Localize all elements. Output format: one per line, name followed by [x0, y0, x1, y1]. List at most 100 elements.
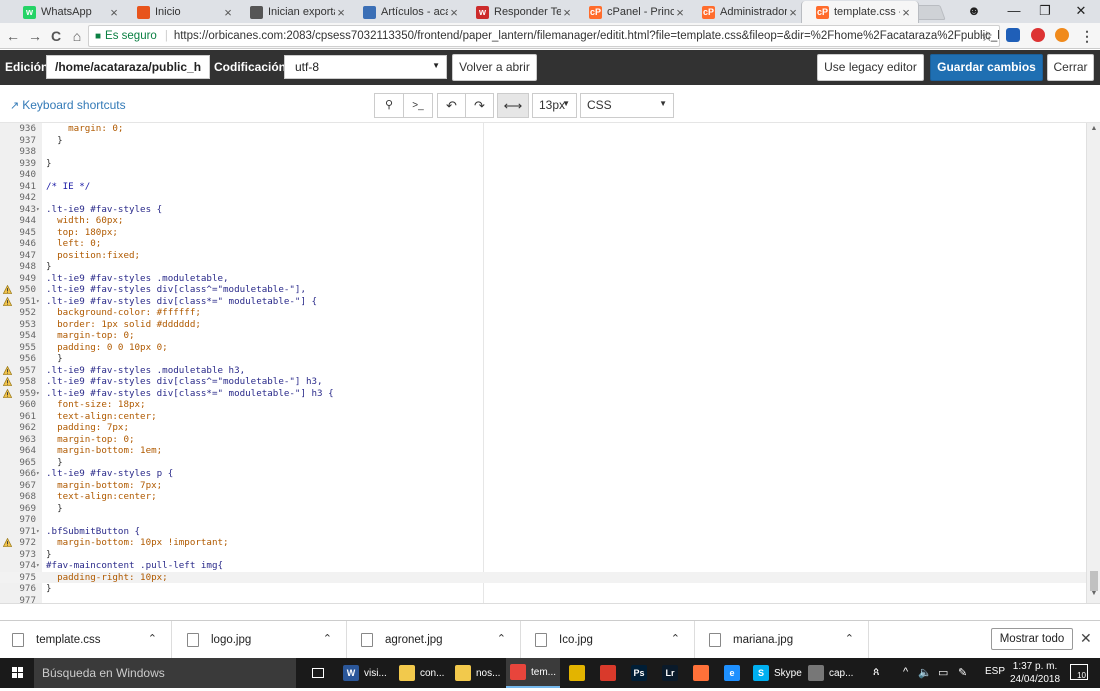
code-line[interactable]: 946 left: 0; — [0, 238, 1086, 250]
taskbar-app[interactable]: con... — [395, 658, 448, 688]
start-button[interactable] — [0, 658, 34, 688]
fold-arrow-icon[interactable]: ▾ — [36, 388, 42, 400]
volume-icon[interactable]: 🔈 — [918, 666, 932, 679]
tab-close-icon[interactable]: × — [222, 5, 234, 20]
font-size-select[interactable]: 13px ▼ — [532, 93, 577, 118]
chevron-up-icon[interactable]: ⌃ — [671, 632, 680, 645]
fold-arrow-icon[interactable]: ▾ — [36, 204, 42, 216]
taskbar-app[interactable]: tem... — [506, 658, 561, 688]
browser-tab[interactable]: Artículos - acatara× — [349, 1, 467, 23]
close-editor-button[interactable]: Cerrar — [1047, 54, 1094, 81]
tab-close-icon[interactable]: × — [335, 5, 347, 20]
language-indicator[interactable]: ESP — [985, 666, 1005, 677]
legacy-editor-button[interactable]: Use legacy editor — [817, 54, 924, 81]
bookmark-star-icon[interactable]: ☆ — [980, 28, 993, 45]
download-item[interactable]: agronet.jpg ⌃ — [349, 621, 521, 659]
fold-arrow-icon[interactable]: ▾ — [36, 526, 42, 538]
code-line[interactable]: 949 .lt-ie9 #fav-styles .moduletable, — [0, 273, 1086, 285]
code-line[interactable]: 948} — [0, 261, 1086, 273]
chevron-up-icon[interactable]: ⌃ — [323, 632, 332, 645]
extension-icon[interactable] — [1055, 28, 1069, 42]
keyboard-shortcuts-link[interactable]: ↗ Keyboard shortcuts — [10, 98, 126, 112]
code-line[interactable]: 959 ▾ .lt-ie9 #fav-styles div[class*=" mod… — [0, 388, 1086, 400]
action-center-icon[interactable]: 10 — [1070, 664, 1088, 680]
download-item[interactable]: template.css ⌃ — [0, 621, 172, 659]
undo-button[interactable]: ↶ — [437, 93, 466, 118]
code-line[interactable]: 956 } — [0, 353, 1086, 365]
code-line[interactable]: 940 — [0, 169, 1086, 181]
show-all-downloads-button[interactable]: Mostrar todo — [991, 628, 1073, 650]
account-icon[interactable]: ☻ — [957, 2, 991, 20]
download-item[interactable]: Ico.jpg ⌃ — [523, 621, 695, 659]
code-line[interactable]: 954 margin-top: 0; — [0, 330, 1086, 342]
code-line[interactable]: 974 ▾ #fav-maincontent .pull-left img{ — [0, 560, 1086, 572]
browser-tab[interactable]: w WhatsApp × — [9, 1, 127, 23]
code-line[interactable]: 973} — [0, 549, 1086, 561]
code-editor[interactable]: 936 margin: 0; 937 } 938 939} 940 941/* IE */… — [0, 123, 1100, 604]
download-item[interactable]: mariana.jpg ⌃ — [697, 621, 869, 659]
code-line[interactable]: 938 — [0, 146, 1086, 158]
code-line[interactable]: 955 padding: 0 0 10px 0; — [0, 342, 1086, 354]
close-shelf-icon[interactable]: ✕ — [1080, 630, 1092, 647]
save-changes-button[interactable]: Guardar cambios — [930, 54, 1043, 81]
fold-arrow-icon[interactable]: ▾ — [36, 560, 42, 572]
code-line[interactable]: 944 width: 60px; — [0, 215, 1086, 227]
code-line[interactable]: 957 .lt-ie9 #fav-styles .moduletable h3, — [0, 365, 1086, 377]
code-line[interactable]: 977 — [0, 595, 1086, 604]
code-line[interactable]: 936 margin: 0; — [0, 123, 1086, 135]
task-view-icon[interactable] — [308, 658, 330, 688]
code-line[interactable]: 971 ▾ .bfSubmitButton { — [0, 526, 1086, 538]
code-line[interactable]: 951 ▾ .lt-ie9 #fav-styles div[class*=" mod… — [0, 296, 1086, 308]
redo-button[interactable]: ↷ — [465, 93, 494, 118]
back-button[interactable]: ← — [4, 27, 22, 45]
browser-tab[interactable]: Inicio × — [123, 1, 241, 23]
word-wrap-toggle[interactable]: ⟷ — [497, 93, 529, 118]
code-line[interactable]: 964 margin-bottom: 1em; — [0, 445, 1086, 457]
scroll-down-arrow-icon[interactable]: ▼ — [1087, 590, 1100, 602]
code-line[interactable]: 963 margin-top: 0; — [0, 434, 1086, 446]
people-icon[interactable]: ጰ — [873, 666, 880, 679]
taskbar-app[interactable]: e — [720, 658, 749, 688]
code-line[interactable]: 947 position:fixed; — [0, 250, 1086, 262]
search-button[interactable]: ⚲ — [374, 93, 404, 118]
chevron-up-icon[interactable]: ⌃ — [497, 632, 506, 645]
tab-close-icon[interactable]: × — [561, 5, 573, 20]
code-line[interactable]: 937 } — [0, 135, 1086, 147]
windows-search-box[interactable]: Búsqueda en Windows — [34, 658, 296, 688]
taskbar-app[interactable]: Ps — [627, 658, 656, 688]
code-line[interactable]: 939} — [0, 158, 1086, 170]
code-line[interactable]: 969 } — [0, 503, 1086, 515]
pen-icon[interactable]: ✎ — [958, 666, 967, 679]
extension-icon[interactable] — [1006, 28, 1020, 42]
window-close-button[interactable]: ✕ — [1064, 2, 1098, 20]
code-line[interactable]: 962 padding: 7px; — [0, 422, 1086, 434]
chevron-up-icon[interactable]: ⌃ — [148, 632, 157, 645]
code-line[interactable]: 967 margin-bottom: 7px; — [0, 480, 1086, 492]
taskbar-app[interactable]: Wvisi... — [339, 658, 391, 688]
code-line[interactable]: 976} — [0, 583, 1086, 595]
clock[interactable]: 1:37 p. m. 24/04/2018 — [1006, 660, 1064, 686]
browser-tab[interactable]: w Responder Tema× — [462, 1, 580, 23]
fold-arrow-icon[interactable]: ▾ — [36, 468, 42, 480]
code-line[interactable]: 968 text-align:center; — [0, 491, 1086, 503]
taskbar-app[interactable]: Lr — [658, 658, 687, 688]
code-line[interactable]: 958 .lt-ie9 #fav-styles div[class^="modul… — [0, 376, 1086, 388]
taskbar-app[interactable]: cap... — [804, 658, 857, 688]
download-item[interactable]: logo.jpg ⌃ — [175, 621, 347, 659]
taskbar-app[interactable] — [565, 658, 594, 688]
scroll-up-arrow-icon[interactable]: ▲ — [1087, 125, 1100, 137]
browser-menu-icon[interactable]: ⋮ — [1078, 27, 1096, 45]
scrollbar-thumb[interactable] — [1090, 571, 1098, 591]
tray-arrow-icon[interactable]: ^ — [903, 666, 908, 678]
chevron-up-icon[interactable]: ⌃ — [845, 632, 854, 645]
code-line[interactable]: 966 ▾ .lt-ie9 #fav-styles p { — [0, 468, 1086, 480]
network-icon[interactable]: ▭ — [938, 666, 948, 679]
vertical-scrollbar[interactable]: ▲ ▼ — [1086, 123, 1100, 603]
code-line[interactable]: 941 /* IE */ — [0, 181, 1086, 193]
browser-tab[interactable]: Inician exportació× — [236, 1, 354, 23]
code-line[interactable]: 961 text-align:center; — [0, 411, 1086, 423]
minimize-button[interactable]: — — [997, 2, 1031, 20]
reload-button[interactable]: C — [47, 27, 65, 45]
code-line[interactable]: 943 ▾ .lt-ie9 #fav-styles { — [0, 204, 1086, 216]
home-button[interactable]: ⌂ — [68, 27, 86, 45]
